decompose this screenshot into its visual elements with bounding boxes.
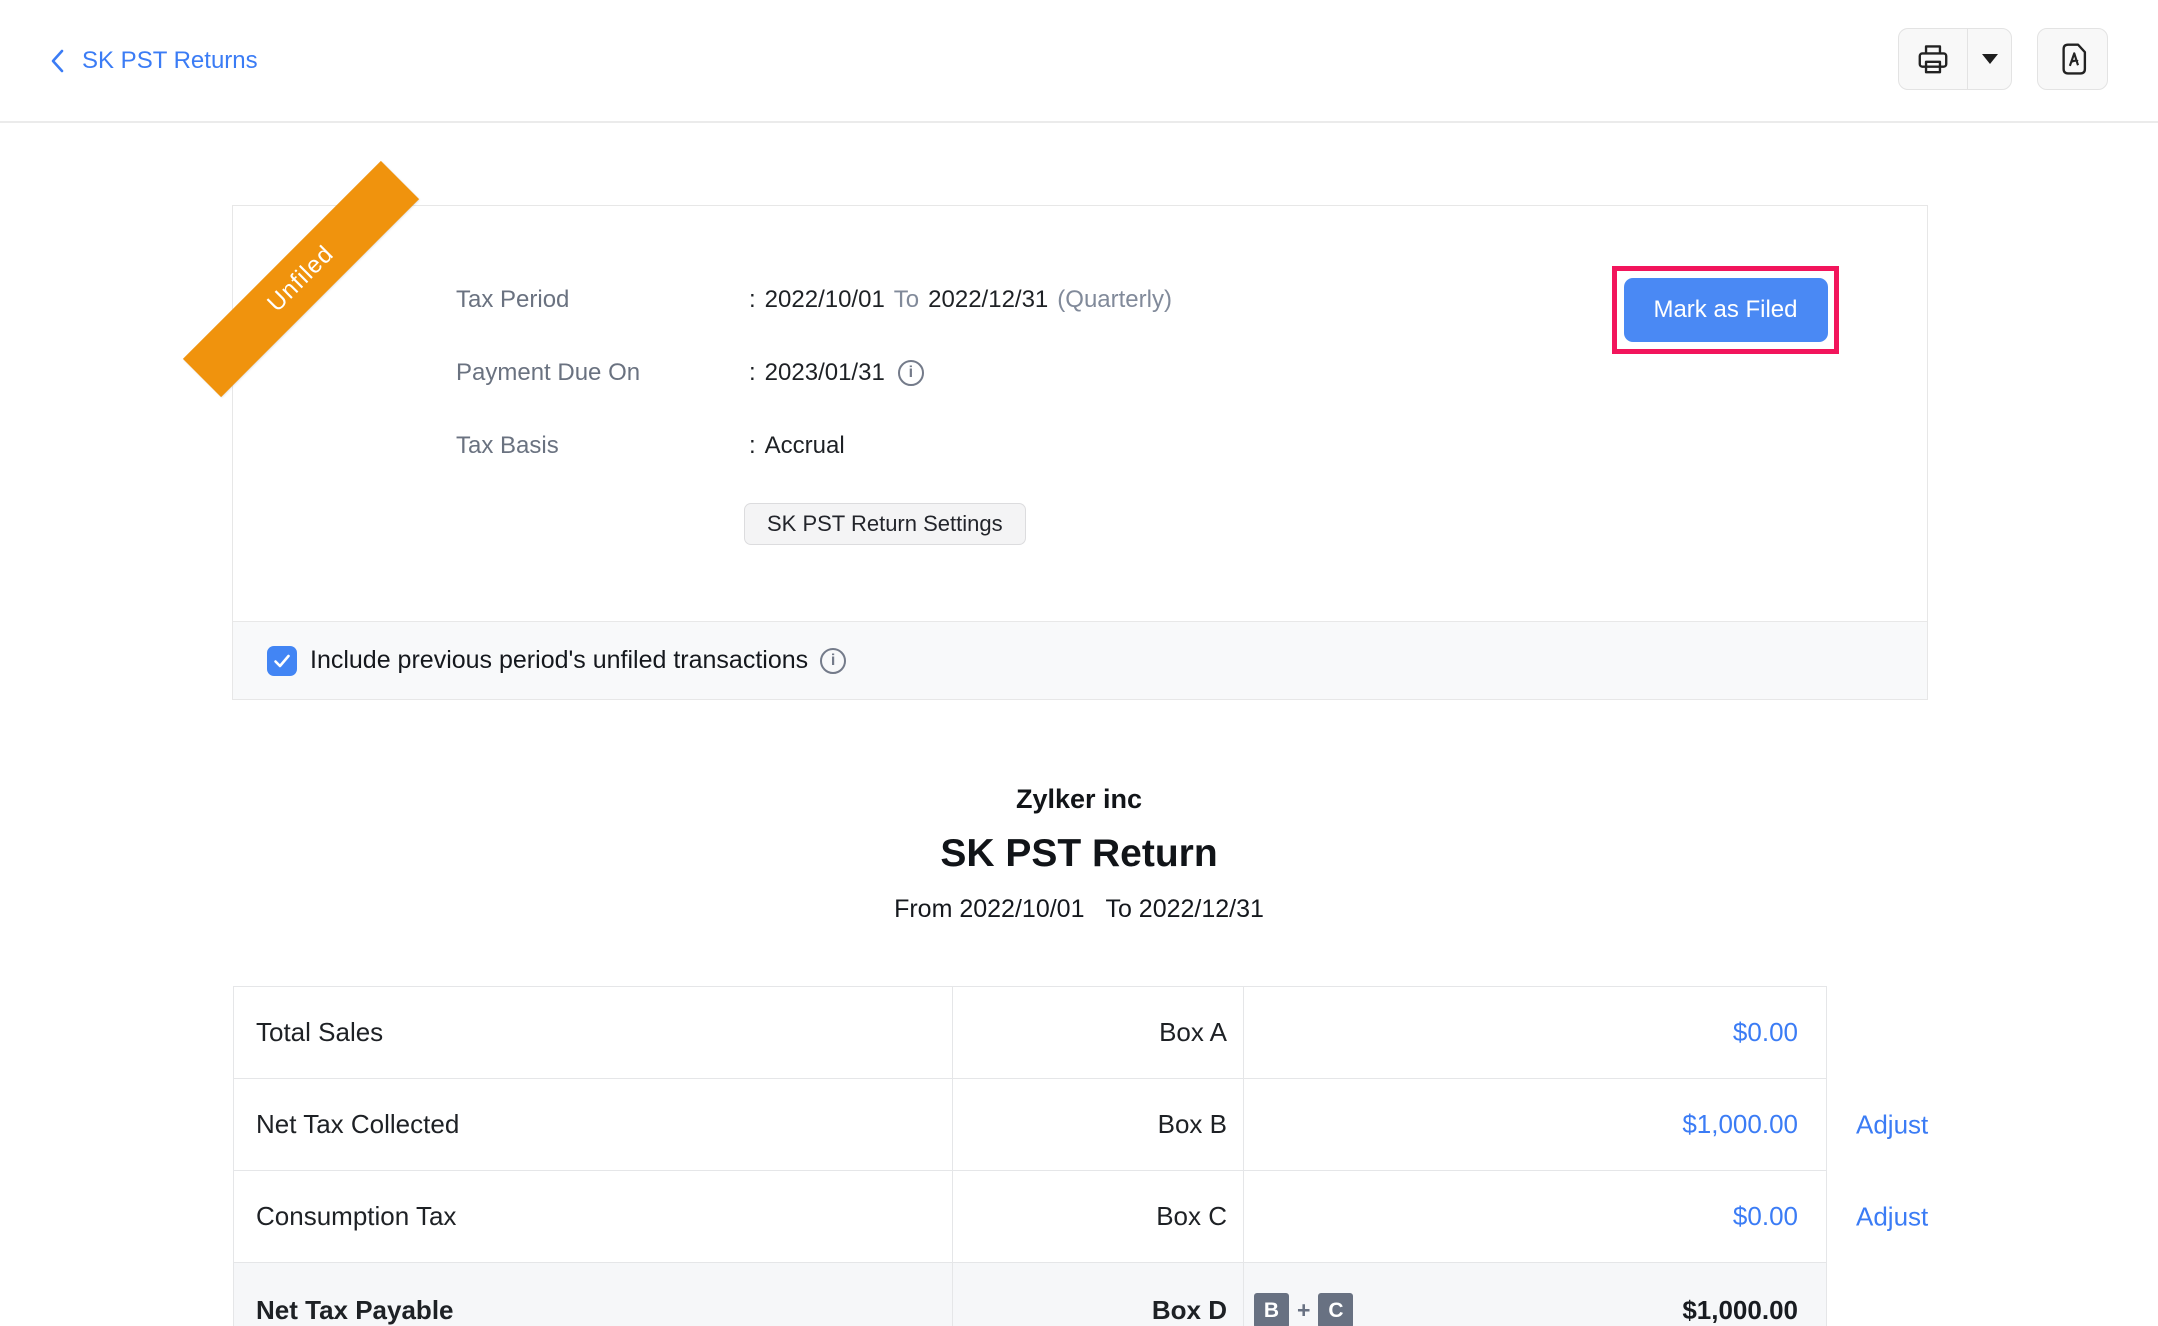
table-row-total-sales: Total Sales Box A $0.00	[234, 987, 1826, 1079]
include-previous-checkbox[interactable]	[267, 646, 297, 676]
formula-badge-c: C	[1318, 1293, 1353, 1326]
row-label: Total Sales	[234, 987, 952, 1078]
row-label: Net Tax Collected	[234, 1079, 952, 1170]
period-start-date: 2022/10/01	[765, 286, 885, 314]
adjust-link[interactable]: Adjust	[1856, 1109, 1928, 1140]
payment-due-row: Payment Due On : 2023/01/31 i	[456, 351, 924, 395]
colon: :	[749, 286, 756, 314]
printer-icon	[1916, 43, 1950, 75]
mark-as-filed-button[interactable]: Mark as Filed	[1624, 278, 1828, 342]
return-summary-card: Unfiled Tax Period : 2022/10/01 To 2022/…	[232, 205, 1928, 700]
colon: :	[749, 359, 756, 387]
tax-period-label: Tax Period	[456, 286, 749, 314]
table-row-net-tax-collected: Net Tax Collected Box B $1,000.00 Adjust	[234, 1079, 1826, 1171]
row-amount-link[interactable]: $1,000.00	[1682, 1109, 1798, 1140]
row-amount-link[interactable]: $0.00	[1733, 1201, 1798, 1232]
return-table: Total Sales Box A $0.00 Net Tax Collecte…	[233, 986, 1827, 1326]
payment-due-label: Payment Due On	[456, 359, 749, 387]
back-link[interactable]: SK PST Returns	[48, 0, 258, 121]
page-header: SK PST Returns	[0, 0, 2158, 123]
payment-due-date: 2023/01/31	[765, 359, 885, 387]
adjust-link[interactable]: Adjust	[1856, 1201, 1928, 1232]
print-button[interactable]	[1899, 29, 1967, 89]
range-from: From 2022/10/01	[894, 895, 1084, 923]
tax-basis-row: Tax Basis : Accrual	[456, 424, 845, 468]
report-date-range: From 2022/10/01 To 2022/12/31	[0, 891, 2158, 927]
period-end-date: 2022/12/31	[928, 286, 1048, 314]
period-frequency: (Quarterly)	[1057, 286, 1172, 314]
caret-down-icon	[1982, 54, 1998, 64]
back-label: SK PST Returns	[82, 47, 258, 75]
checkmark-icon	[272, 652, 292, 670]
row-box: Box B	[952, 1079, 1243, 1170]
row-total-cell: B + C $1,000.00	[1243, 1263, 1826, 1326]
table-row-net-tax-payable: Net Tax Payable Box D B + C $1,000.00	[234, 1263, 1826, 1326]
include-previous-label: Include previous period's unfiled transa…	[310, 646, 808, 675]
range-to: To 2022/12/31	[1105, 895, 1263, 923]
payment-due-info-icon[interactable]: i	[898, 360, 924, 386]
period-to: To	[894, 286, 919, 314]
return-settings-button[interactable]: SK PST Return Settings	[744, 503, 1026, 545]
pdf-export-icon	[2058, 41, 2088, 77]
colon: :	[749, 432, 756, 460]
include-previous-info-icon[interactable]: i	[820, 648, 846, 674]
row-box: Box A	[952, 987, 1243, 1078]
status-ribbon-unfiled: Unfiled	[183, 161, 419, 397]
row-box: Box C	[952, 1171, 1243, 1262]
include-previous-section: Include previous period's unfiled transa…	[233, 621, 1927, 699]
tax-basis-label: Tax Basis	[456, 432, 749, 460]
print-split-button	[1898, 28, 2012, 90]
report-heading: Zylker inc SK PST Return From 2022/10/01…	[0, 779, 2158, 927]
row-amount-total: $1,000.00	[1682, 1295, 1798, 1326]
box-formula: B + C	[1254, 1293, 1353, 1326]
company-name: Zylker inc	[0, 779, 2158, 819]
print-options-button[interactable]	[1967, 29, 2011, 89]
export-pdf-button[interactable]	[2037, 28, 2108, 90]
sk-pst-return-page: SK PST Returns	[0, 0, 2158, 1326]
formula-badge-b: B	[1254, 1293, 1289, 1326]
tax-basis-text: Accrual	[765, 432, 845, 460]
annotation-highlight-box: Mark as Filed	[1612, 266, 1839, 354]
row-box: Box D	[952, 1263, 1243, 1326]
row-amount-link[interactable]: $0.00	[1733, 1017, 1798, 1048]
plus-sign: +	[1297, 1297, 1310, 1324]
tax-basis-value: : Accrual	[749, 432, 845, 460]
back-chevron-icon	[48, 46, 68, 76]
row-label: Net Tax Payable	[234, 1263, 952, 1326]
tax-period-value: : 2022/10/01 To 2022/12/31 (Quarterly)	[749, 286, 1172, 314]
report-title: SK PST Return	[0, 827, 2158, 881]
table-row-consumption-tax: Consumption Tax Box C $0.00 Adjust	[234, 1171, 1826, 1263]
row-label: Consumption Tax	[234, 1171, 952, 1262]
payment-due-value: : 2023/01/31 i	[749, 359, 924, 387]
tax-period-row: Tax Period : 2022/10/01 To 2022/12/31 (Q…	[456, 278, 1172, 322]
